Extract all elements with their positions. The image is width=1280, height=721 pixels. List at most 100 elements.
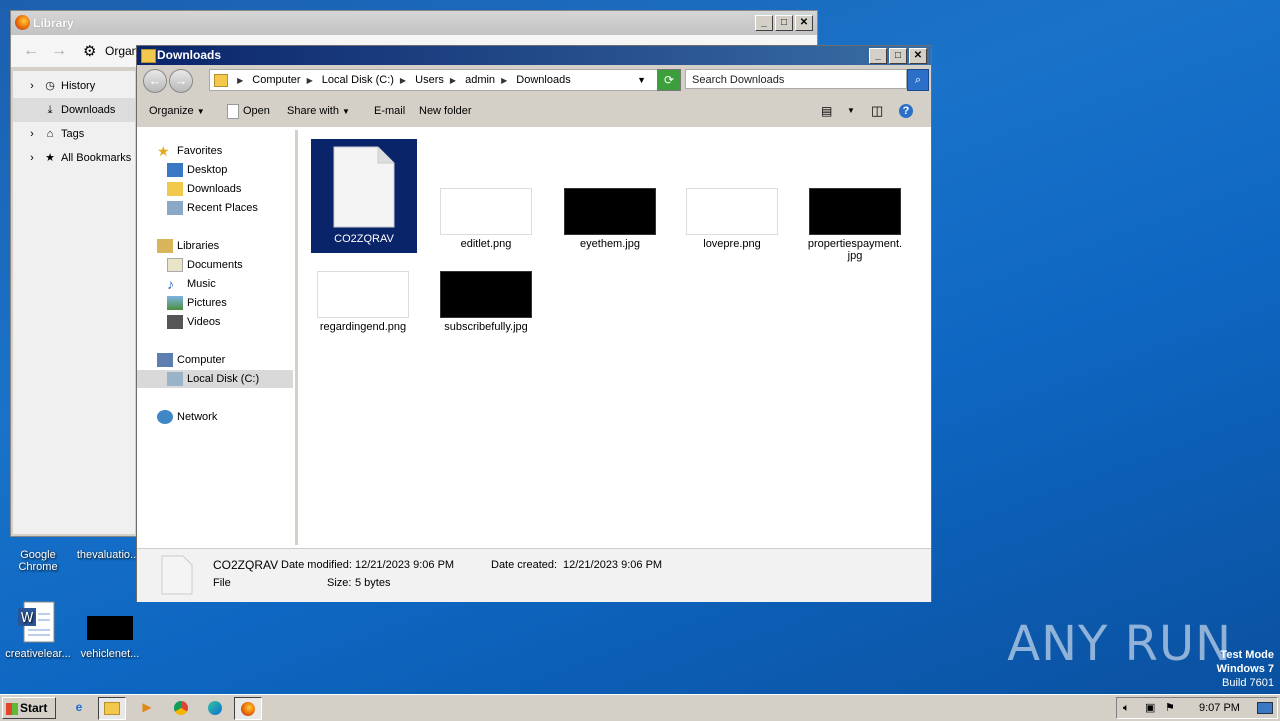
- media-player-icon[interactable]: ▶: [134, 697, 160, 718]
- explorer-taskbar-button[interactable]: [98, 697, 126, 720]
- nav-downloads[interactable]: Downloads: [167, 180, 241, 198]
- close-button[interactable]: ✕: [909, 48, 927, 64]
- email-button[interactable]: E-mail: [374, 95, 405, 127]
- sidebar-item-downloads[interactable]: ⤓ Downloads: [13, 98, 135, 122]
- explorer-window: Downloads _ □ ✕ ← → ▶ Computer ▶ Local Di…: [136, 45, 932, 602]
- breadcrumb-separator-icon: ▶: [306, 76, 313, 85]
- windows-logo-icon: [6, 702, 18, 715]
- details-pane: CO2ZQRAV Date modified: 12/21/2023 9:06 …: [137, 548, 931, 602]
- breadcrumb[interactable]: ▶ Computer ▶ Local Disk (C:) ▶ Users ▶ admi…: [209, 69, 659, 91]
- start-label: Start: [20, 701, 48, 715]
- breadcrumb-item[interactable]: Users: [415, 74, 444, 86]
- chevron-down-icon[interactable]: ▼: [847, 95, 855, 127]
- nav-desktop[interactable]: Desktop: [167, 161, 227, 179]
- minimize-button[interactable]: _: [869, 48, 887, 64]
- file-item[interactable]: regardingend.png: [310, 271, 416, 333]
- breadcrumb-item[interactable]: Downloads: [516, 74, 570, 86]
- explorer-titlebar[interactable]: Downloads _ □ ✕: [137, 46, 931, 65]
- nav-computer[interactable]: Computer: [157, 351, 225, 369]
- maximize-button[interactable]: □: [775, 15, 793, 31]
- network-tray-icon[interactable]: ▣: [1145, 698, 1155, 718]
- nav-label: Pictures: [187, 297, 227, 309]
- organize-label: Organize: [149, 105, 194, 117]
- library-title: Library: [33, 16, 74, 30]
- library-titlebar[interactable]: Library _ □ ✕: [11, 11, 817, 35]
- speaker-icon[interactable]: 🔈︎: [1123, 698, 1130, 718]
- download-icon: ⤓: [47, 104, 53, 116]
- nav-pictures[interactable]: Pictures: [167, 294, 227, 312]
- back-arrow-icon[interactable]: ←: [23, 42, 39, 60]
- file-name: propertiespayment. jpg: [807, 238, 903, 262]
- firefox-taskbar-button[interactable]: [234, 697, 262, 720]
- file-item[interactable]: editlet.png: [433, 188, 539, 250]
- sidebar-item-all-bookmarks[interactable]: › ★ All Bookmarks: [13, 146, 135, 170]
- view-options-icon[interactable]: ▤: [821, 95, 832, 127]
- edge-icon[interactable]: [202, 697, 228, 718]
- maximize-button[interactable]: □: [889, 48, 907, 64]
- sidebar-item-tags[interactable]: › ⌂ Tags: [13, 122, 135, 146]
- folder-icon: [104, 702, 120, 716]
- details-type: File: [213, 577, 231, 589]
- new-folder-button[interactable]: New folder: [419, 95, 472, 127]
- file-item[interactable]: subscribefully.jpg: [433, 271, 539, 333]
- breadcrumb-item[interactable]: Local Disk (C:): [322, 74, 394, 86]
- computer-icon: [157, 353, 173, 368]
- nav-videos[interactable]: Videos: [167, 313, 220, 331]
- clock-icon: ◷: [45, 80, 55, 92]
- forward-arrow-icon[interactable]: →: [51, 42, 67, 60]
- file-name: subscribefully.jpg: [444, 321, 528, 333]
- organize-menu[interactable]: Organ: [105, 44, 138, 58]
- nav-music[interactable]: ♪ Music: [167, 275, 216, 293]
- nav-local-disk[interactable]: Local Disk (C:): [137, 370, 293, 388]
- file-item[interactable]: lovepre.png: [679, 188, 785, 250]
- command-bar: Organize ▼ Open Share with ▼ E-mail New …: [137, 95, 931, 127]
- show-desktop-icon[interactable]: [1257, 702, 1273, 714]
- gear-icon[interactable]: ⚙: [83, 42, 96, 60]
- sidebar-item-history[interactable]: › ◷ History: [13, 74, 135, 98]
- search-input[interactable]: Search Downloads: [685, 69, 907, 89]
- close-button[interactable]: ✕: [795, 15, 813, 31]
- desktop-icon-chrome[interactable]: Google Chrome: [0, 535, 76, 573]
- share-with-button[interactable]: Share with ▼: [287, 95, 350, 128]
- desktop-icon-vehiclenet[interactable]: vehiclenet...: [72, 598, 148, 660]
- back-button[interactable]: ←: [143, 69, 167, 93]
- minimize-button[interactable]: _: [755, 15, 773, 31]
- open-label: Open: [243, 105, 270, 117]
- nav-network[interactable]: Network: [157, 408, 217, 426]
- search-icon[interactable]: ⌕: [907, 69, 929, 91]
- breadcrumb-item[interactable]: admin: [465, 74, 495, 86]
- nav-favorites[interactable]: ★ Favorites: [157, 142, 222, 160]
- refresh-button[interactable]: ⟳: [657, 69, 681, 91]
- start-button[interactable]: Start: [2, 697, 56, 719]
- open-button[interactable]: Open: [227, 95, 270, 127]
- help-icon[interactable]: ?: [899, 95, 913, 127]
- chrome-icon[interactable]: [168, 697, 194, 718]
- file-item[interactable]: propertiespayment. jpg: [802, 188, 908, 262]
- desktop-icon-thevaluatio[interactable]: thevaluatio...: [70, 535, 146, 561]
- desktop-icon-creativelear[interactable]: W creativelear...: [0, 598, 76, 660]
- clock[interactable]: 9:07 PM: [1199, 698, 1240, 718]
- nav-libraries[interactable]: Libraries: [157, 237, 219, 255]
- preview-pane-icon[interactable]: ◫: [871, 95, 883, 127]
- internet-explorer-icon[interactable]: e: [66, 697, 92, 718]
- sidebar-item-label: Tags: [61, 128, 85, 140]
- details-size-value: 5 bytes: [355, 577, 391, 589]
- details-modified-label: Date modified:: [281, 559, 352, 571]
- flag-icon[interactable]: ⚑: [1165, 698, 1175, 718]
- forward-button[interactable]: →: [169, 69, 193, 93]
- chevron-right-icon: ›: [30, 152, 34, 164]
- nav-label: Libraries: [177, 240, 220, 252]
- organize-button[interactable]: Organize ▼: [149, 95, 205, 128]
- chevron-down-icon[interactable]: ▼: [637, 70, 646, 90]
- desktop-icon-label: creativelear...: [5, 648, 71, 660]
- file-name: lovepre.png: [703, 238, 761, 250]
- file-item[interactable]: eyethem.jpg: [557, 188, 663, 250]
- breadcrumb-item[interactable]: Computer: [252, 74, 300, 86]
- nav-recent-places[interactable]: Recent Places: [167, 199, 258, 217]
- nav-documents[interactable]: Documents: [167, 256, 243, 274]
- taskbar: Start e ▶ 🔈︎ ▣ ⚑ 9:07 PM: [0, 694, 1280, 721]
- image-thumbnail-icon: [86, 598, 134, 646]
- test-mode-notice: Test Mode Windows 7 Build 7601: [1217, 648, 1274, 690]
- file-item[interactable]: CO2ZQRAV: [311, 139, 417, 253]
- desktop-icon-label: vehiclenet...: [80, 648, 140, 660]
